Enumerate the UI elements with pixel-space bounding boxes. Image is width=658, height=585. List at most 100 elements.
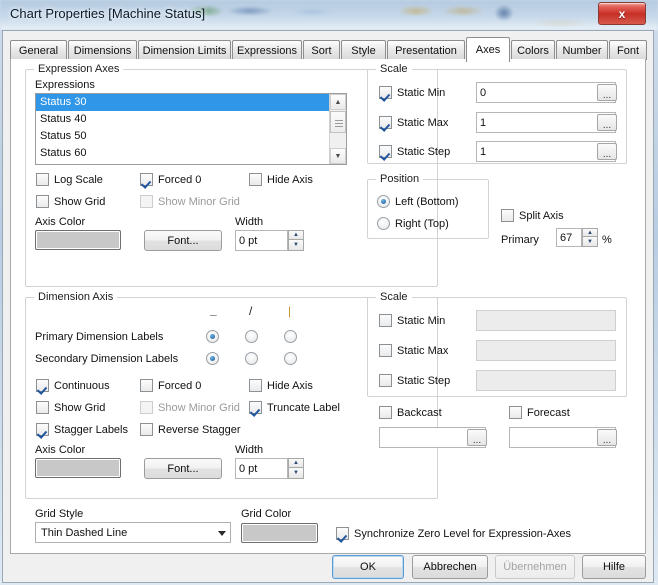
split-axis-checkbox[interactable] [501, 209, 514, 222]
expr-show-grid-checkbox[interactable] [36, 195, 49, 208]
expr-static-min-checkbox[interactable] [379, 86, 392, 99]
list-item[interactable]: Status 50 [36, 128, 346, 145]
expr-hide-axis-label: Hide Axis [267, 174, 313, 186]
primary-percent-input[interactable]: 67 [556, 228, 582, 247]
tab-axes[interactable]: Axes [466, 37, 510, 62]
list-item[interactable]: Status 40 [36, 111, 346, 128]
expr-width-input[interactable]: 0 pt [235, 230, 288, 251]
expressions-label: Expressions [35, 79, 95, 91]
dim-font-button[interactable]: Font... [144, 458, 222, 479]
expr-static-step-ellipsis-button[interactable]: ... [597, 143, 617, 160]
truncate-label-label: Truncate Label [267, 402, 340, 414]
list-item[interactable]: Status 30 [36, 94, 346, 111]
expr-static-min-ellipsis-button[interactable]: ... [597, 84, 617, 101]
ok-button[interactable]: OK [332, 555, 404, 579]
position-group-title: Position [376, 173, 424, 185]
close-icon[interactable]: x [598, 2, 646, 25]
expr-forced-zero-checkbox[interactable] [140, 173, 153, 186]
expr-static-min-input[interactable]: 0 [476, 82, 616, 103]
reverse-stagger-checkbox[interactable] [140, 423, 153, 436]
tab-expressions[interactable]: Expressions [232, 40, 302, 60]
expr-hide-axis-checkbox[interactable] [249, 173, 262, 186]
primary-label: Primary [501, 234, 539, 246]
tab-colors[interactable]: Colors [511, 40, 555, 60]
forecast-checkbox[interactable] [509, 406, 522, 419]
expr-static-max-checkbox[interactable] [379, 116, 392, 129]
expr-show-minor-grid-checkbox [140, 195, 153, 208]
tab-sort[interactable]: Sort [303, 40, 340, 60]
dim-static-max-checkbox[interactable] [379, 344, 392, 357]
continuous-checkbox[interactable] [36, 379, 49, 392]
expr-static-step-checkbox[interactable] [379, 145, 392, 158]
spinner-up-icon[interactable]: ▲ [288, 458, 304, 468]
spinner-down-icon[interactable]: ▼ [582, 237, 598, 247]
tab-general[interactable]: General [10, 40, 67, 60]
expr-static-max-input[interactable]: 1 [476, 112, 616, 133]
expr-static-max-ellipsis-button[interactable]: ... [597, 114, 617, 131]
dim-show-grid-checkbox[interactable] [36, 401, 49, 414]
position-left-bottom-radio[interactable] [377, 195, 390, 208]
scroll-up-icon[interactable]: ▲ [330, 94, 346, 110]
position-right-top-radio[interactable] [377, 217, 390, 230]
tab-dimension-limits[interactable]: Dimension Limits [138, 40, 231, 60]
backcast-checkbox[interactable] [379, 406, 392, 419]
grid-style-combobox[interactable]: Thin Dashed Line [35, 522, 231, 543]
secondary-dimension-vertical-radio[interactable] [284, 352, 297, 365]
apply-button: Übernehmen [495, 555, 575, 579]
dim-static-max-input[interactable] [476, 340, 616, 361]
expr-static-step-input[interactable]: 1 [476, 141, 616, 162]
orientation-vertical-icon: | [288, 304, 292, 318]
tab-number[interactable]: Number [556, 40, 608, 60]
dim-static-step-input[interactable] [476, 370, 616, 391]
truncate-label-checkbox[interactable] [249, 401, 262, 414]
dim-static-min-input[interactable] [476, 310, 616, 331]
title-bar[interactable]: Chart Properties [Machine Status] x [0, 0, 658, 30]
spinner-up-icon[interactable]: ▲ [582, 228, 598, 237]
expr-show-minor-grid-label: Show Minor Grid [158, 196, 240, 208]
list-item[interactable]: Status 60 [36, 145, 346, 162]
help-button[interactable]: Hilfe [582, 555, 646, 579]
scroll-down-icon[interactable]: ▼ [330, 148, 346, 164]
secondary-dimension-horizontal-radio[interactable] [206, 352, 219, 365]
dim-hide-axis-checkbox[interactable] [249, 379, 262, 392]
dim-forced-zero-checkbox[interactable] [140, 379, 153, 392]
log-scale-checkbox[interactable] [36, 173, 49, 186]
spinner-up-icon[interactable]: ▲ [288, 230, 304, 240]
forecast-ellipsis-button[interactable]: ... [597, 429, 617, 446]
tab-presentation[interactable]: Presentation [387, 40, 465, 60]
dim-width-spinner[interactable]: ▲ ▼ [288, 458, 304, 479]
tab-strip[interactable]: General Dimensions Dimension Limits Expr… [10, 37, 647, 62]
scrollbar-thumb[interactable] [330, 111, 346, 133]
dim-axis-color-swatch[interactable] [35, 458, 121, 478]
cancel-button[interactable]: Abbrechen [412, 555, 488, 579]
backcast-ellipsis-button[interactable]: ... [467, 429, 487, 446]
expr-font-button[interactable]: Font... [144, 230, 222, 251]
tab-style[interactable]: Style [341, 40, 386, 60]
chevron-down-icon[interactable] [218, 530, 226, 536]
stagger-labels-checkbox[interactable] [36, 423, 49, 436]
dim-static-step-checkbox[interactable] [379, 374, 392, 387]
dim-show-grid-label: Show Grid [54, 402, 106, 414]
expr-width-spinner[interactable]: ▲ ▼ [288, 230, 304, 251]
primary-dimension-diagonal-radio[interactable] [245, 330, 258, 343]
dim-width-input[interactable]: 0 pt [235, 458, 288, 479]
primary-percent-spinner[interactable]: ▲ ▼ [582, 228, 598, 247]
window-title: Chart Properties [Machine Status] [10, 6, 206, 21]
dim-static-min-checkbox[interactable] [379, 314, 392, 327]
secondary-dimension-diagonal-radio[interactable] [245, 352, 258, 365]
primary-dimension-horizontal-radio[interactable] [206, 330, 219, 343]
expressions-listbox[interactable]: Status 30 Status 40 Status 50 Status 60 … [35, 93, 347, 165]
primary-dimension-vertical-radio[interactable] [284, 330, 297, 343]
dim-static-max-label: Static Max [397, 345, 449, 357]
listbox-scrollbar[interactable]: ▲ ▼ [329, 94, 346, 164]
tab-font[interactable]: Font [609, 40, 647, 60]
synchronize-zero-level-checkbox[interactable] [336, 527, 349, 540]
grid-color-swatch[interactable] [241, 523, 318, 543]
tab-dimensions[interactable]: Dimensions [68, 40, 137, 60]
spinner-down-icon[interactable]: ▼ [288, 240, 304, 251]
position-group: Position [367, 173, 489, 239]
spinner-down-icon[interactable]: ▼ [288, 468, 304, 479]
expr-axis-color-swatch[interactable] [35, 230, 121, 250]
grid-color-label: Grid Color [241, 508, 292, 520]
dim-scale-group-title: Scale [376, 291, 412, 303]
